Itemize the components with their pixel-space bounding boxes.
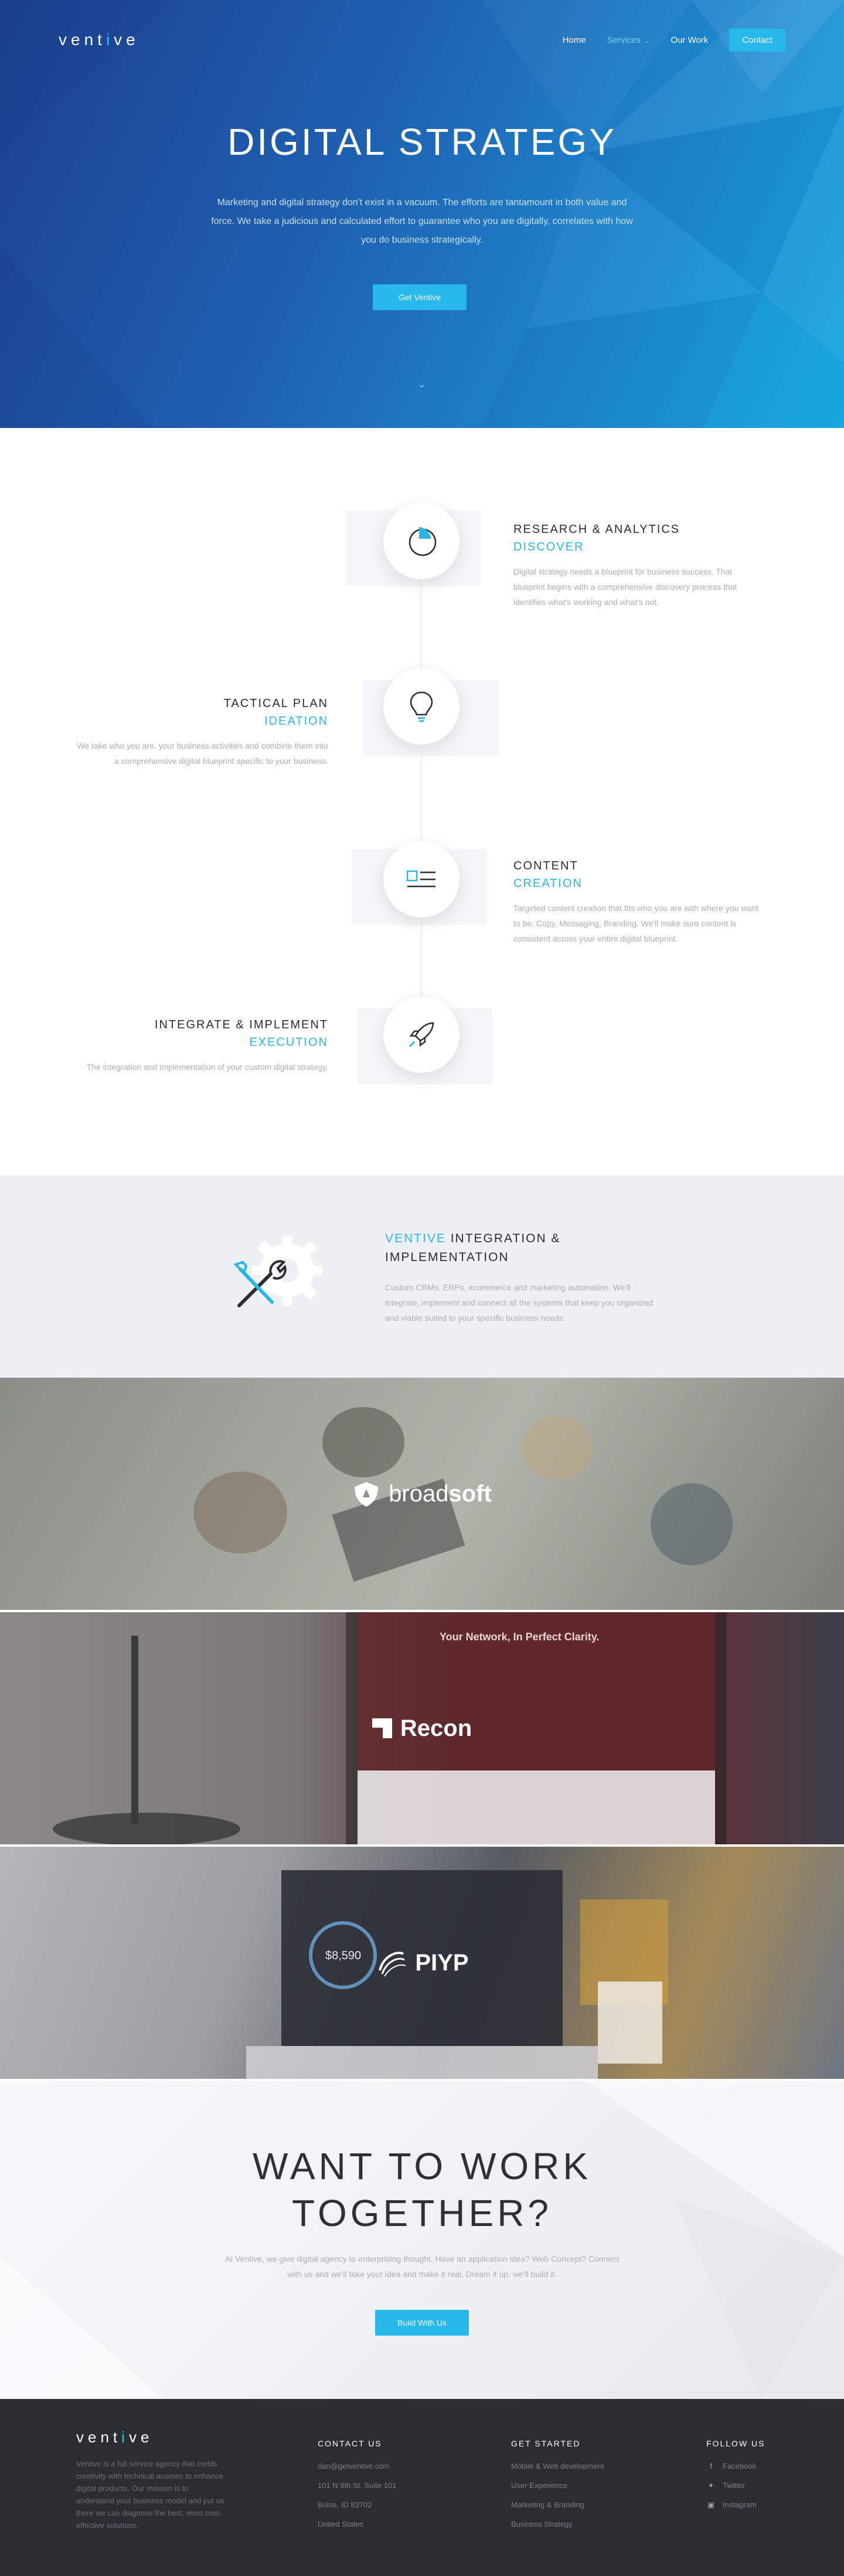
instagram-icon: ▣ xyxy=(707,2500,715,2509)
footer-started-column: GET STARTED Mobile & Web development Use… xyxy=(511,2439,604,2534)
logo-text-end: ve xyxy=(114,30,139,49)
footer-contact-column: CONTACT US dan@getventive.com 101 N 9th … xyxy=(318,2439,396,2534)
integration-title: VENTIVE INTEGRATION & IMPLEMENTATION xyxy=(385,1229,620,1267)
step3-description: Targeted content creation that fits who … xyxy=(513,903,758,943)
footer: ventive Ventive is a full service agency… xyxy=(0,2399,844,2576)
hero-section: ventive Home Services ⌄ Our Work Contact … xyxy=(0,0,844,428)
footer-contact-heading: CONTACT US xyxy=(318,2439,382,2448)
step2-subtitle: IDEATION xyxy=(264,715,328,728)
pie-chart-icon xyxy=(409,527,437,556)
recon-mark-icon xyxy=(372,1718,392,1738)
twitter-label: Twitter xyxy=(723,2481,746,2490)
footer-follow-heading: FOLLOW US xyxy=(706,2439,765,2448)
step4-subtitle: EXECUTION xyxy=(249,1036,328,1049)
footer-email-link[interactable]: dan@getventive.com xyxy=(318,2456,396,2476)
footer-instagram-link[interactable]: ▣ Instagram xyxy=(706,2495,765,2514)
instagram-label: Instagram xyxy=(723,2500,757,2509)
tools-gear-icon xyxy=(233,1235,322,1307)
step1-description: Digital strategy needs a blueprint for b… xyxy=(513,567,737,607)
footer-link-ux[interactable]: User Experience xyxy=(511,2476,604,2495)
content-layout-icon xyxy=(406,870,435,888)
logo-mark: i xyxy=(106,30,114,49)
footer-link-marketing[interactable]: Marketing & Branding xyxy=(511,2495,604,2514)
footer-logo-start: vent xyxy=(76,2428,122,2446)
footer-logo-mark: i xyxy=(121,2428,129,2446)
cta-title-line2: TOGETHER? xyxy=(292,2192,552,2234)
recon-logo: Recon xyxy=(0,1612,844,1844)
step4-icon-circle xyxy=(383,997,460,1073)
twitter-icon: ✦ xyxy=(707,2481,714,2490)
step1-subtitle: DISCOVER xyxy=(513,541,584,553)
step3-subtitle: CREATION xyxy=(513,877,583,890)
nav-our-work[interactable]: Our Work xyxy=(671,35,708,45)
step1-title: RESEARCH & ANALYTICS xyxy=(513,523,680,536)
facebook-icon: f xyxy=(710,2462,712,2470)
piyp-swirl-icon xyxy=(379,1952,406,1977)
portfolio-item-broadsoft[interactable]: broadsoft xyxy=(0,1378,844,1610)
nav-services-label: Services xyxy=(607,35,641,45)
step4-title: INTEGRATE & IMPLEMENT xyxy=(154,1018,328,1031)
step4-text: INTEGRATE & IMPLEMENT EXECUTION The inte… xyxy=(76,1016,328,1075)
recon-text: Recon xyxy=(400,1715,472,1741)
nav-services[interactable]: Services ⌄ xyxy=(607,35,650,45)
get-ventive-button[interactable]: Get Ventive xyxy=(373,284,467,310)
step3-icon-circle xyxy=(383,841,460,917)
step2-title: TACTICAL PLAN xyxy=(223,697,328,710)
footer-link-strategy[interactable]: Business Strategy xyxy=(511,2514,604,2534)
ventive-logo[interactable]: ventive xyxy=(59,30,139,49)
step1-text: RESEARCH & ANALYTICS DISCOVER Digital st… xyxy=(513,521,765,610)
cta-section: WANT TO WORK TOGETHER? At Ventive, we giv… xyxy=(0,2081,844,2399)
process-section: RESEARCH & ANALYTICS DISCOVER Digital st… xyxy=(0,428,844,1175)
broadsoft-shield-icon xyxy=(355,1482,379,1507)
step3-title: CONTENT xyxy=(513,859,578,872)
lightbulb-icon xyxy=(410,691,433,722)
step2-text: TACTICAL PLAN IDEATION We take who you a… xyxy=(76,695,328,769)
portfolio-item-recon[interactable]: Your Network, In Perfect Clarity. Recon xyxy=(0,1612,844,1844)
footer-facebook-link[interactable]: f Facebook xyxy=(706,2456,765,2476)
integration-section: VENTIVE INTEGRATION & IMPLEMENTATION Cus… xyxy=(0,1175,844,1378)
step1-icon-circle xyxy=(383,503,460,579)
piyp-text: PIYP xyxy=(415,1949,469,1976)
footer-address-country: United States xyxy=(318,2520,364,2529)
hero-description: Marketing and digital strategy don't exi… xyxy=(211,198,633,245)
cta-description: At Ventive, we give digital agency to en… xyxy=(224,2254,620,2279)
cta-triangle-pattern xyxy=(0,2081,844,2399)
footer-started-heading: GET STARTED xyxy=(511,2439,581,2448)
footer-address-street: 101 N 9th St. Suite 101 xyxy=(318,2481,397,2490)
facebook-label: Facebook xyxy=(723,2462,757,2470)
integration-description: Custom CRMs, ERPs, ecommerce and marketi… xyxy=(385,1283,653,1323)
logo-text-start: vent xyxy=(59,30,106,49)
broadsoft-logo: broadsoft xyxy=(0,1378,844,1610)
nav-contact-button[interactable]: Contact xyxy=(729,28,785,52)
nav-menu: Home Services ⌄ Our Work Contact xyxy=(563,28,785,52)
step3-text: CONTENT CREATION Targeted content creati… xyxy=(513,857,765,946)
footer-follow-column: FOLLOW US f Facebook ✦ Twitter ▣ Instagram xyxy=(706,2439,765,2514)
piyp-logo: PIYP xyxy=(0,1847,844,2079)
step2-description: We take who you are, your business activ… xyxy=(77,741,328,766)
step2-icon-circle xyxy=(383,668,460,745)
hero-title: DIGITAL STRATEGY xyxy=(227,121,617,163)
scroll-down-icon[interactable]: ⌄ xyxy=(417,378,426,390)
rocket-icon xyxy=(409,1022,434,1048)
cta-title-line1: WANT TO WORK xyxy=(252,2145,592,2187)
footer-logo[interactable]: ventive xyxy=(76,2428,153,2446)
chevron-down-icon: ⌄ xyxy=(644,37,650,45)
integration-title-highlight: VENTIVE xyxy=(385,1232,446,1245)
broadsoft-text-light: broad xyxy=(389,1480,449,1507)
footer-logo-end: ve xyxy=(128,2428,154,2446)
broadsoft-text-bold: soft xyxy=(448,1480,492,1507)
footer-address-city: Boise, ID 83702 xyxy=(318,2500,372,2509)
main-nav: ventive Home Services ⌄ Our Work Contact xyxy=(59,28,785,52)
portfolio-section: broadsoft Your Network, In Perfect Clari… xyxy=(0,1378,844,2079)
build-with-us-button[interactable]: Build With Us xyxy=(375,2310,469,2336)
footer-about: Ventive is a full service agency that me… xyxy=(76,2459,224,2530)
nav-home[interactable]: Home xyxy=(563,35,586,45)
footer-link-mobile-web[interactable]: Mobile & Web development xyxy=(511,2456,604,2476)
portfolio-item-piyp[interactable]: $8,590 PIYP xyxy=(0,1847,844,2079)
step4-description: The integration and implementation of yo… xyxy=(86,1062,328,1072)
cta-title: WANT TO WORK TOGETHER? xyxy=(0,2143,844,2237)
footer-twitter-link[interactable]: ✦ Twitter xyxy=(706,2476,765,2495)
